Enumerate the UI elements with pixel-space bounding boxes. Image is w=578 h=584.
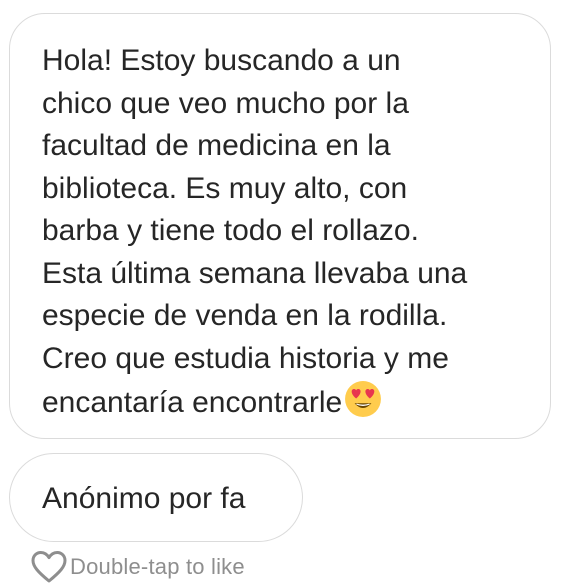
message-bubble[interactable]: Hola! Estoy buscando a un chico que veo … — [9, 13, 551, 439]
double-tap-hint: Double-tap to like — [70, 554, 245, 579]
message-text: Anónimo por fa — [42, 482, 246, 515]
heart-outline-icon[interactable] — [30, 550, 68, 584]
message-text: Hola! Estoy buscando a un chico que veo … — [42, 44, 468, 419]
heart-eyes-emoji-icon — [345, 381, 382, 417]
message-bubble[interactable]: Anónimo por fa — [9, 453, 303, 542]
